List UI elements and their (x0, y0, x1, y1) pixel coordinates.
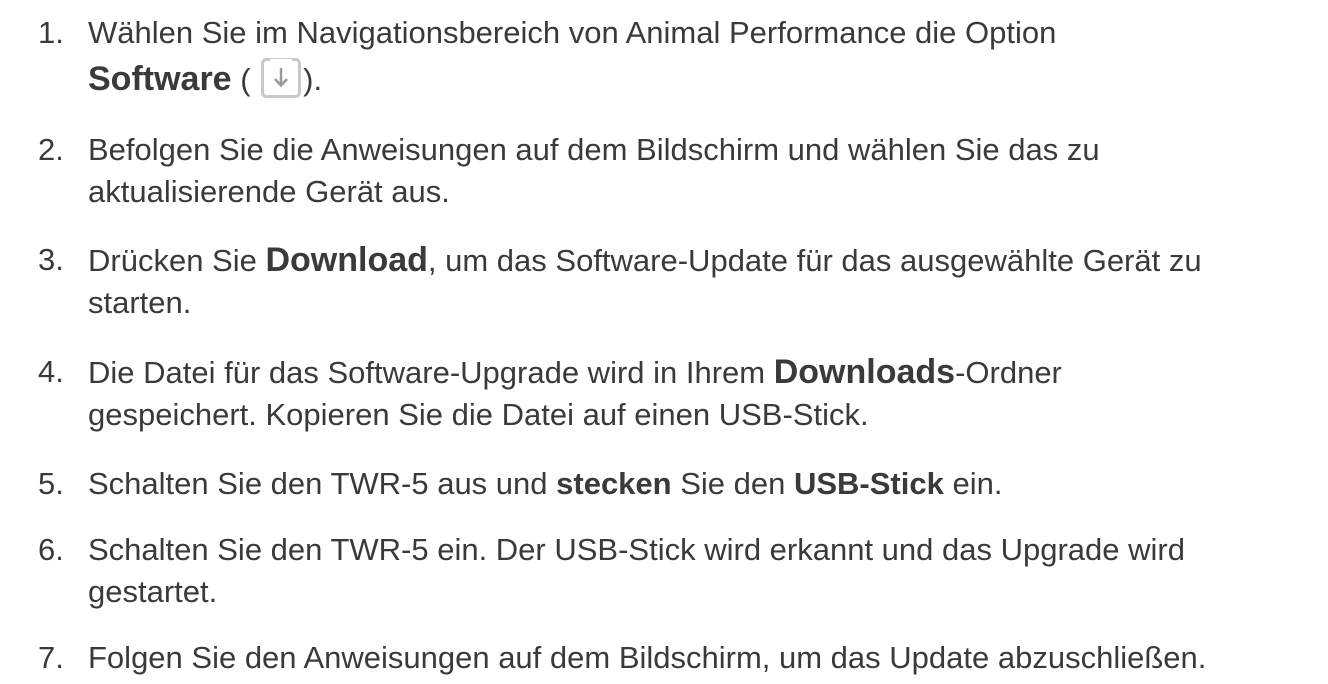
paren-close: ). (303, 62, 323, 97)
step-text: Folgen Sie den Anweisungen auf dem Bilds… (88, 638, 1328, 678)
step-line: Wählen Sie im Navigationsbereich von Ani… (88, 15, 1057, 50)
software-label: Software (88, 60, 232, 98)
step-text: Schalten Sie den TWR-5 aus und stecken S… (88, 464, 1328, 504)
step-line: Schalten Sie den TWR-5 ein. Der USB-Stic… (88, 532, 1185, 567)
step-number: 6. (38, 532, 64, 567)
download-icon (261, 58, 302, 98)
step-line: gestartet. (88, 574, 218, 609)
stecken-label: stecken (556, 466, 672, 501)
usb-stick-label: USB-Stick (793, 466, 944, 501)
text-run: Sie den (671, 466, 794, 501)
text-run: Drücken Sie (88, 243, 266, 278)
step-number: 3. (38, 242, 64, 277)
step-number: 7. (38, 640, 64, 675)
step-line: Software ( ). (88, 58, 1328, 100)
text-run: , um das Software-Update für das ausgewä… (427, 243, 1202, 278)
step-line: Folgen Sie den Anweisungen auf dem Bilds… (88, 640, 1207, 675)
step-number: 5. (38, 466, 64, 501)
step-text: Drücken Sie Download, um das Software-Up… (88, 240, 1328, 323)
step-number: 1. (38, 15, 64, 50)
downloads-folder-label: Downloads (773, 353, 956, 391)
step-text: Wählen Sie im Navigationsbereich von Ani… (88, 13, 1328, 100)
step-text: Schalten Sie den TWR-5 ein. Der USB-Stic… (88, 530, 1328, 612)
step-line: gespeichert. Kopieren Sie die Datei auf … (88, 397, 869, 432)
step-number: 2. (38, 132, 64, 167)
paren-open: ( (231, 62, 251, 97)
step-line: Schalten Sie den TWR-5 aus und stecken S… (88, 464, 1328, 504)
step-line: Drücken Sie Download, um das Software-Up… (88, 240, 1328, 281)
step-number: 4. (38, 354, 64, 389)
text-run: Schalten Sie den TWR-5 aus und (88, 466, 557, 501)
text-run: ein. (943, 466, 1003, 501)
step-line: starten. (88, 285, 192, 320)
download-label: Download (265, 241, 428, 279)
text-run: Die Datei für das Software-Upgrade wird … (88, 355, 774, 390)
step-line: Die Datei für das Software-Upgrade wird … (88, 352, 1328, 393)
step-line: Befolgen Sie die Anweisungen auf dem Bil… (88, 132, 1100, 167)
step-text: Befolgen Sie die Anweisungen auf dem Bil… (88, 130, 1328, 212)
step-text: Die Datei für das Software-Upgrade wird … (88, 352, 1328, 435)
text-run: -Ordner (955, 355, 1062, 390)
step-line: aktualisierende Gerät aus. (88, 174, 450, 209)
